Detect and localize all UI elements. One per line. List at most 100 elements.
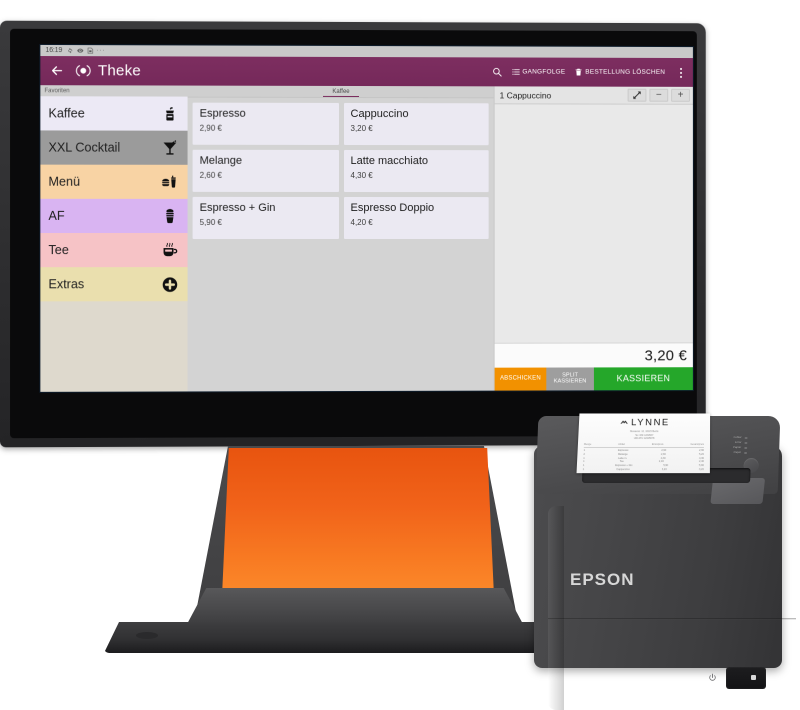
status-bar-overflow: ··· <box>96 47 105 54</box>
expand-diagonal-icon <box>633 91 642 100</box>
receipt-subtitle: Musterstr. 12, 10115 Berlin Tel. 030 123… <box>584 430 704 441</box>
category-sidebar: Favoriten Kaffee <box>40 85 187 392</box>
checkout-button[interactable]: KASSIEREN <box>594 367 693 390</box>
course-order-label: GANGFOLGE <box>522 68 565 75</box>
product-price: 2,90 € <box>200 123 332 132</box>
product-price: 5,90 € <box>200 218 332 227</box>
delete-order-button[interactable]: BESTELLUNG LÖSCHEN <box>574 68 665 77</box>
eye-icon <box>76 47 83 54</box>
app-content: Favoriten Kaffee <box>40 85 693 392</box>
product-name: Cappuccino <box>351 109 482 121</box>
status-bar-icons: ··· <box>66 47 105 54</box>
printer-led-indicator <box>744 447 747 449</box>
printer-left-edge <box>548 506 564 710</box>
sidebar-item-xxl-cocktail[interactable]: XXL Cocktail <box>40 130 187 164</box>
product-price: 4,20 € <box>351 218 482 227</box>
category-list: Kaffee XXL Cocktail <box>40 96 187 392</box>
tea-cup-icon <box>161 242 178 259</box>
kebab-dot <box>680 71 682 73</box>
product-tile[interactable]: Espresso Doppio 4,20 € <box>344 197 489 239</box>
sidebar-item-af[interactable]: AF <box>40 199 187 233</box>
product-grid: Espresso 2,90 € Cappuccino 3,20 € Melang… <box>188 98 494 392</box>
printer-brand-label: EPSON <box>570 570 635 590</box>
status-bar-clock: 16:19 <box>45 47 62 54</box>
printer-led-label: Error <box>735 441 741 444</box>
printer-seam <box>548 618 796 620</box>
receipt-logo: LYNNE <box>585 417 704 428</box>
sidebar-item-label: AF <box>48 209 64 223</box>
course-order-button[interactable]: GANGFOLGE <box>511 67 565 76</box>
product-tile[interactable]: Melange 2,60 € <box>193 150 339 192</box>
send-order-button[interactable]: ABSCHICKEN <box>495 368 547 391</box>
split-payment-button[interactable]: SPLIT KASSIEREN <box>546 367 594 390</box>
product-name: Latte macchiato <box>351 156 482 168</box>
product-tile[interactable]: Espresso + Gin 5,90 € <box>193 197 339 239</box>
favorites-header: Favoriten <box>40 85 187 96</box>
appbar-spacer <box>141 71 492 72</box>
sidebar-item-tee[interactable]: Tee <box>40 233 187 267</box>
sidebar-item-menu[interactable]: Menü <box>40 165 187 199</box>
receipt-column-header: Einzelpreis <box>652 443 664 446</box>
search-icon[interactable] <box>491 66 502 77</box>
cocktail-glass-icon <box>161 139 178 156</box>
sidebar-item-kaffee[interactable]: Kaffee <box>40 96 187 130</box>
monitor-bezel: 16:19 ··· <box>10 29 697 438</box>
product-tile[interactable]: Latte macchiato 4,30 € <box>344 150 489 192</box>
printer-led-label: Papier <box>733 446 741 449</box>
power-icon <box>708 673 717 682</box>
printer-led-label: Fehler <box>734 436 742 439</box>
increase-quantity-button[interactable]: + <box>671 89 690 102</box>
sync-icon <box>66 47 73 54</box>
sidebar-item-label: Kaffee <box>48 106 84 120</box>
pos-application: 16:19 ··· <box>40 45 693 392</box>
order-panel: 1 Cappuccino − + <box>494 86 693 390</box>
sidebar-item-label: Tee <box>48 243 68 257</box>
receipt-table-header: Menge Artikel Einzelpreis Gesamtpreis <box>584 443 704 448</box>
kebab-menu-icon[interactable] <box>675 66 686 79</box>
printer-led-label: Paper <box>734 451 742 454</box>
product-price: 3,20 € <box>351 124 482 133</box>
kebab-dot <box>680 67 682 69</box>
receipt-item: Cappuccino <box>616 468 629 472</box>
tab-kaffee[interactable]: Kaffee <box>323 89 358 97</box>
printer-led-indicator <box>744 442 747 444</box>
sidebar-item-label: Menü <box>48 175 80 189</box>
decrease-quantity-button[interactable]: − <box>649 89 668 102</box>
printer-led-indicator <box>745 437 748 439</box>
sidebar-item-extras[interactable]: Extras <box>40 267 187 301</box>
split-payment-label-line2: KASSIEREN <box>554 379 587 385</box>
receipt-column-header: Artikel <box>618 443 625 446</box>
sidebar-item-label: XXL Cocktail <box>48 141 120 155</box>
order-line-item-row[interactable]: 1 Cappuccino − + <box>495 86 693 104</box>
page-title: Theke <box>98 62 141 79</box>
receipt-qty: 1 <box>583 468 585 472</box>
product-tile[interactable]: Cappuccino 3,20 € <box>344 103 489 145</box>
power-switch-indicator <box>751 675 756 680</box>
delete-order-label: BESTELLUNG LÖSCHEN <box>585 69 665 76</box>
pos-monitor: 16:19 ··· <box>0 21 706 448</box>
back-arrow-icon[interactable] <box>49 63 64 78</box>
sim-card-icon <box>86 47 93 54</box>
kebab-dot <box>680 75 682 77</box>
stand-base-dimple <box>136 632 158 639</box>
product-name: Espresso Doppio <box>351 203 482 215</box>
app-logo-icon <box>76 63 91 78</box>
order-total-row: 3,20 € <box>495 342 693 367</box>
receipt-column-header: Gesamtpreis <box>690 443 704 446</box>
product-tile[interactable]: Espresso 2,90 € <box>193 103 339 145</box>
burger-drink-icon <box>161 173 178 190</box>
coffee-grinder-icon <box>161 105 178 122</box>
product-area: Kaffee Espresso 2,90 € Cappuccino 3,20 € <box>188 86 494 392</box>
order-line-item-label: 1 Cappuccino <box>500 90 552 100</box>
monitor-stand-foot <box>186 588 524 626</box>
monitor-stand-panel <box>222 448 494 596</box>
receipt-row: 1 Cappuccino 3,20 3,20 <box>583 468 704 472</box>
product-tabbar: Kaffee <box>188 86 494 99</box>
receipt-total: 3,20 <box>699 468 704 472</box>
expand-item-button[interactable] <box>628 89 647 102</box>
order-items-list[interactable] <box>495 104 693 342</box>
lynne-logo-icon <box>619 418 628 427</box>
plus-circle-icon <box>161 276 178 293</box>
product-price: 4,30 € <box>351 171 482 180</box>
printed-receipt: LYNNE Musterstr. 12, 10115 Berlin Tel. 0… <box>577 413 711 473</box>
